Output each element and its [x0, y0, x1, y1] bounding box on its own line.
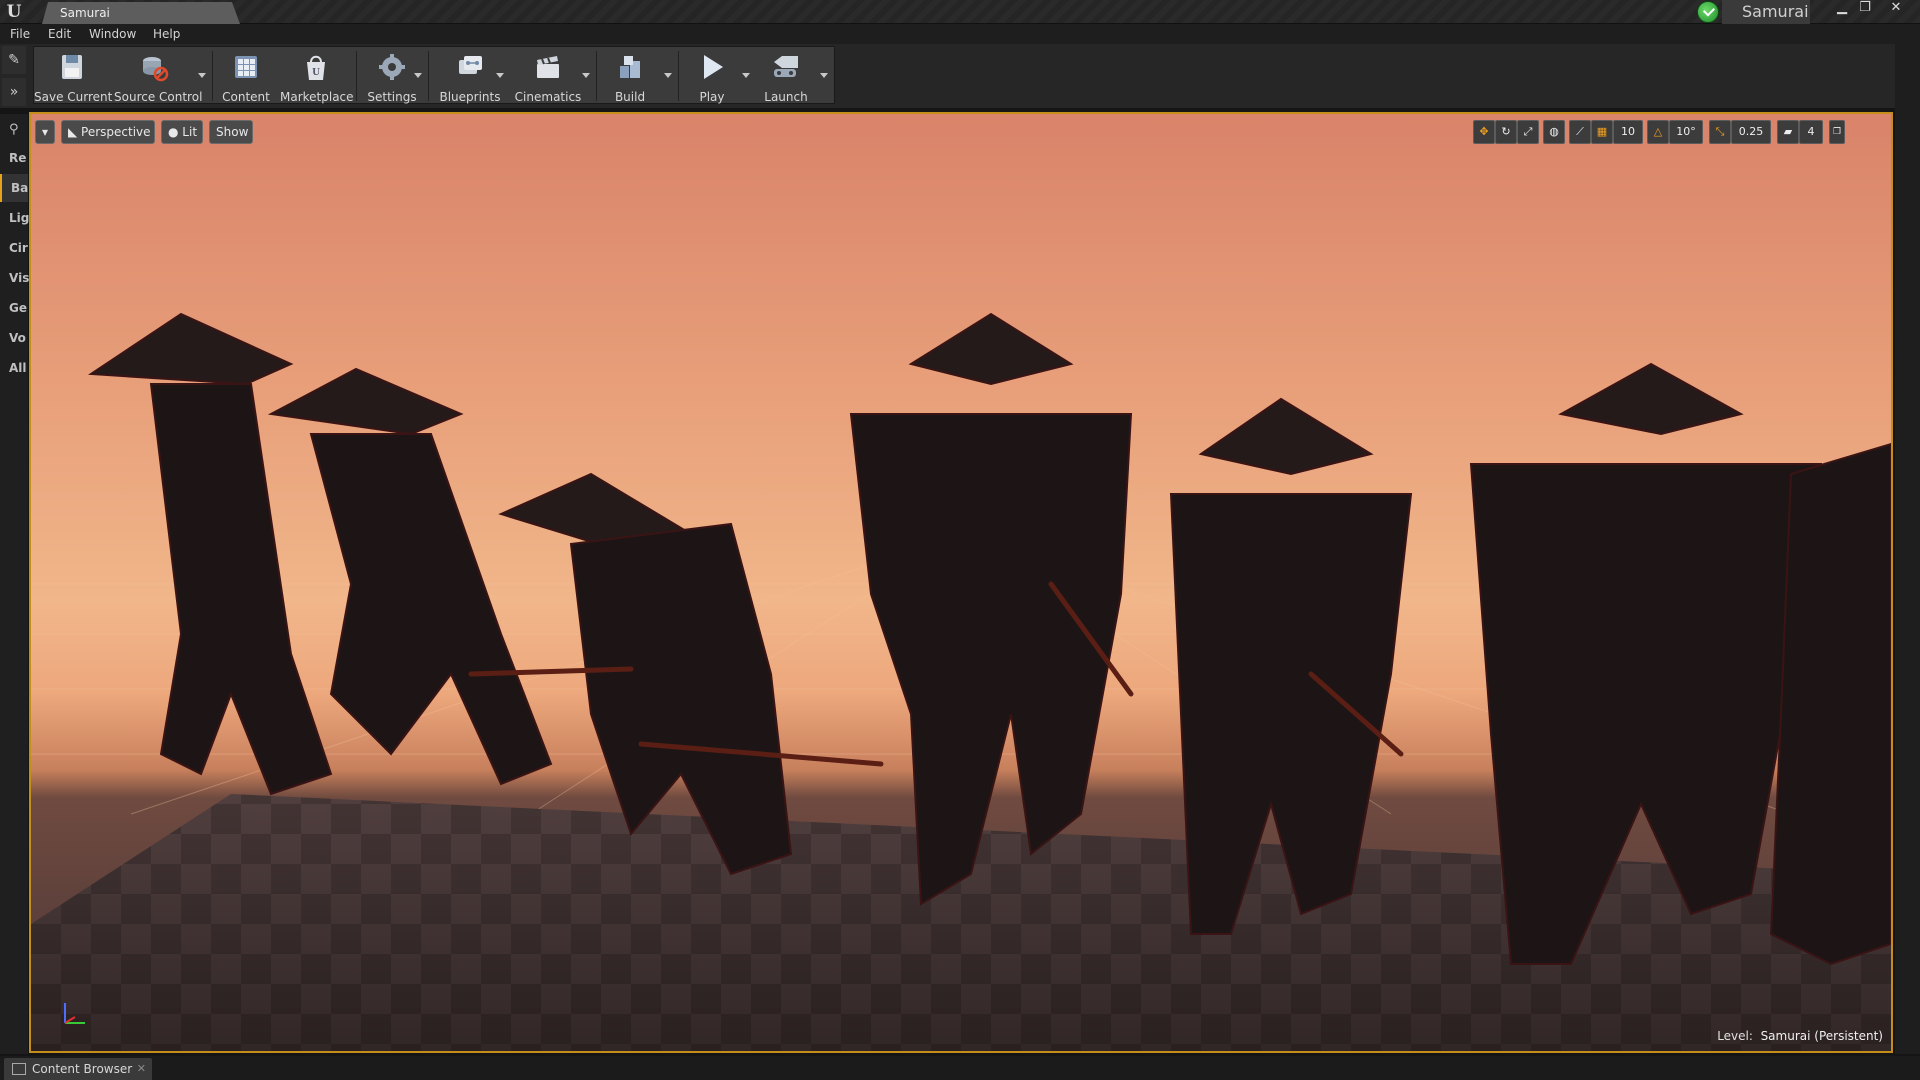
- modes-search-icon[interactable]: ⚲: [0, 116, 28, 144]
- close-window-button[interactable]: ✕: [1884, 0, 1908, 18]
- samurai-character-1: [87, 312, 333, 796]
- minimize-button[interactable]: ▁: [1830, 0, 1854, 18]
- samurai-character-7: [1769, 442, 1891, 966]
- marketplace-icon: U: [307, 55, 325, 80]
- viewport-right-toolbar: ✥ ↻ ⤢ ◍ ⟋ ▦ 10 △ 10° ⤡ 0.25 ▰ 4 ❐: [1473, 120, 1883, 144]
- project-name: Samurai: [1722, 0, 1810, 24]
- modes-tab-lights[interactable]: Lig: [0, 204, 29, 232]
- viewport-scene-render[interactable]: [31, 114, 1891, 1051]
- build-icon: [620, 56, 640, 78]
- toolbar-separator: [678, 51, 679, 101]
- launch-icon: [774, 56, 798, 77]
- launch-button[interactable]: Launch: [754, 47, 818, 105]
- source-control-button[interactable]: Source Control: [114, 47, 202, 105]
- settings-dropdown[interactable]: [414, 73, 422, 78]
- modes-tab-all-classes[interactable]: All: [0, 354, 28, 382]
- grid-snap-value[interactable]: 10: [1613, 120, 1643, 144]
- toolbar-separator: [428, 51, 429, 101]
- source-control-icon: [143, 57, 169, 82]
- rotation-snap-value[interactable]: 10°: [1669, 120, 1703, 144]
- camera-speed-value[interactable]: 4: [1799, 120, 1823, 144]
- blueprints-dropdown[interactable]: [496, 73, 504, 78]
- scale-tool-icon[interactable]: ⤢: [1517, 120, 1539, 144]
- toolbar-separator: [596, 51, 597, 101]
- rotate-tool-icon[interactable]: ↻: [1495, 120, 1517, 144]
- source-control-dropdown[interactable]: [198, 73, 206, 78]
- settings-icon: [379, 54, 405, 80]
- surface-snap-icon[interactable]: ⟋: [1569, 120, 1591, 144]
- modes-tab-recent[interactable]: Re: [0, 144, 28, 172]
- perspective-icon: ◣: [68, 125, 82, 139]
- level-document-tab[interactable]: Samurai: [42, 2, 240, 24]
- menu-window[interactable]: Window: [89, 27, 136, 41]
- viewport-options-dropdown[interactable]: ▾: [35, 120, 55, 144]
- menu-bar: File Edit Window Help: [0, 24, 1920, 44]
- blueprints-icon: [459, 56, 482, 74]
- modes-tab-volumes[interactable]: Vo: [0, 324, 28, 352]
- cinematics-icon: [537, 56, 559, 78]
- content-button[interactable]: Content: [216, 47, 276, 105]
- level-tab-label: Samurai: [60, 6, 110, 20]
- close-tab-icon[interactable]: ✕: [137, 1058, 146, 1080]
- maximize-viewport-icon[interactable]: ❐: [1829, 120, 1845, 144]
- grid-snap-icon[interactable]: ▦: [1591, 120, 1613, 144]
- project-status-icon[interactable]: [1697, 1, 1719, 23]
- play-button[interactable]: Play: [682, 47, 742, 105]
- content-browser-tab[interactable]: Content Browser ✕: [4, 1058, 152, 1080]
- lit-sphere-icon: ●: [168, 125, 183, 139]
- save-icon: [62, 55, 82, 79]
- modes-panel-tabs: ⚲ Re Ba Lig Cir Vis Ge Vo All: [0, 114, 29, 1054]
- level-viewport[interactable]: ▾ ◣ Perspective ● Lit Show ✥ ↻ ⤢ ◍ ⟋ ▦ 1…: [29, 112, 1893, 1053]
- axis-gizmo-icon: [64, 1003, 85, 1024]
- launch-dropdown[interactable]: [820, 73, 828, 78]
- save-current-button[interactable]: Save Current: [34, 47, 112, 105]
- lighting-mode-button[interactable]: ● Lit: [161, 120, 203, 144]
- title-bar: U Samurai Samurai ▁ ❐ ✕: [0, 0, 1920, 24]
- content-browser-icon: [12, 1063, 26, 1075]
- build-dropdown[interactable]: [664, 73, 672, 78]
- content-icon: [235, 56, 257, 78]
- scale-snap-icon[interactable]: ⤡: [1709, 120, 1731, 144]
- world-local-icon[interactable]: ◍: [1543, 120, 1565, 144]
- show-flags-button[interactable]: Show: [209, 120, 253, 144]
- main-toolbar: ✎ » Save Current Source Control Content …: [0, 44, 1900, 108]
- cinematics-dropdown[interactable]: [582, 73, 590, 78]
- scale-snap-value[interactable]: 0.25: [1731, 120, 1771, 144]
- current-level-label: Level: Samurai (Persistent): [1717, 1029, 1883, 1043]
- menu-help[interactable]: Help: [153, 27, 180, 41]
- perspective-view-button[interactable]: ◣ Perspective: [61, 120, 155, 144]
- restore-button[interactable]: ❐: [1853, 0, 1877, 18]
- svg-text:U: U: [312, 68, 320, 78]
- modes-tab-visual-effects[interactable]: Vis: [0, 264, 29, 292]
- play-dropdown[interactable]: [742, 73, 750, 78]
- samurai-character-4: [849, 312, 1133, 906]
- camera-speed-icon[interactable]: ▰: [1777, 120, 1799, 144]
- unreal-logo-icon: U: [6, 2, 22, 22]
- expand-icon[interactable]: »: [2, 78, 26, 106]
- cinematics-button[interactable]: Cinematics: [508, 47, 588, 105]
- modes-tab-basic[interactable]: Ba: [0, 174, 28, 202]
- marketplace-button[interactable]: U Marketplace: [280, 47, 354, 105]
- menu-edit[interactable]: Edit: [48, 27, 71, 41]
- right-side-panel-rail: [1895, 44, 1920, 1054]
- play-icon: [704, 55, 723, 79]
- modes-tab-cinematic[interactable]: Cir: [0, 234, 28, 262]
- rotation-snap-icon[interactable]: △: [1647, 120, 1669, 144]
- toolbar-separator: [212, 51, 213, 101]
- translate-tool-icon[interactable]: ✥: [1473, 120, 1495, 144]
- toolbar-separator: [356, 51, 357, 101]
- level-name: Samurai (Persistent): [1760, 1029, 1883, 1043]
- modes-toggle-icon[interactable]: ✎: [2, 46, 26, 74]
- menu-file[interactable]: File: [10, 27, 30, 41]
- toolbar-strip: Save Current Source Control Content U Ma…: [33, 46, 835, 104]
- build-button[interactable]: Build: [600, 47, 660, 105]
- modes-tab-geometry[interactable]: Ge: [0, 294, 28, 322]
- bottom-tab-bar: Content Browser ✕: [0, 1056, 1920, 1080]
